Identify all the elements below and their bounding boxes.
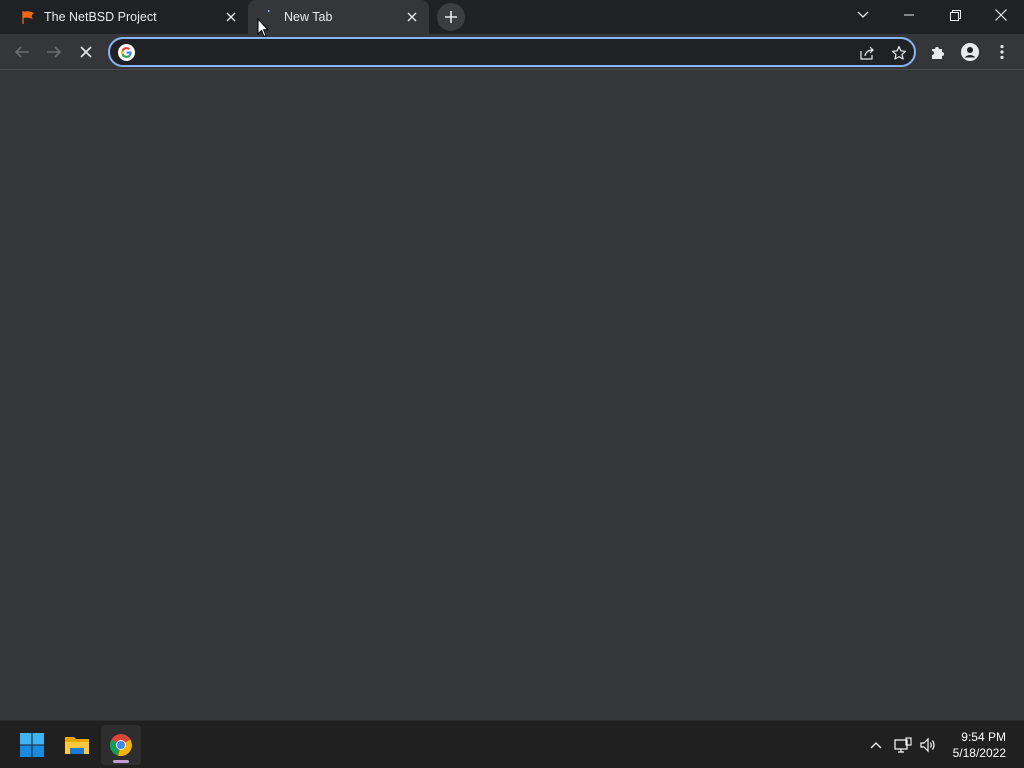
kebab-menu-icon — [1000, 44, 1004, 60]
extensions-button[interactable] — [922, 36, 954, 68]
back-button[interactable] — [6, 36, 38, 68]
active-app-indicator — [113, 760, 129, 763]
restore-button[interactable] — [932, 0, 978, 30]
tab-search-button[interactable] — [840, 0, 886, 30]
star-icon — [891, 45, 907, 60]
tab-new-tab[interactable]: New Tab — [248, 0, 429, 34]
tab-title: The NetBSD Project — [44, 10, 157, 24]
clock-date: 5/18/2022 — [952, 746, 1006, 760]
minimize-icon — [904, 14, 914, 16]
taskbar-clock[interactable]: 9:54 PM 5/18/2022 — [953, 729, 1006, 761]
chevron-up-icon — [870, 742, 882, 749]
arrow-right-icon — [47, 46, 62, 58]
close-window-button[interactable] — [978, 0, 1024, 30]
tab-title: New Tab — [284, 10, 333, 24]
tab-netbsd[interactable]: The NetBSD Project — [8, 0, 248, 34]
folder-icon — [65, 737, 89, 754]
avatar-icon — [961, 43, 979, 61]
windows-logo-icon — [20, 733, 44, 757]
google-g-icon — [118, 44, 135, 61]
restore-icon — [949, 9, 961, 21]
volume-button[interactable] — [916, 733, 940, 757]
speaker-icon — [920, 737, 935, 753]
page-content — [0, 71, 1024, 720]
new-tab-button[interactable] — [437, 3, 465, 31]
close-icon — [80, 46, 92, 58]
file-explorer-button[interactable] — [57, 725, 97, 765]
arrow-left-icon — [14, 46, 29, 58]
tab-strip: The NetBSD Project New Tab — [0, 0, 1024, 34]
forward-button[interactable] — [38, 36, 70, 68]
browser-toolbar — [0, 34, 1024, 70]
clock-time: 9:54 PM — [961, 730, 1006, 744]
taskbar: 9:54 PM 5/18/2022 — [0, 720, 1024, 768]
chrome-taskbar-button[interactable] — [101, 725, 141, 765]
chrome-icon — [110, 734, 133, 757]
chevron-down-icon — [857, 11, 869, 18]
share-icon — [860, 46, 874, 60]
close-tab-icon[interactable] — [403, 8, 421, 26]
address-bar[interactable] — [108, 37, 916, 67]
plus-icon — [445, 11, 457, 23]
minimize-button[interactable] — [886, 0, 932, 30]
network-icon — [894, 737, 912, 753]
show-hidden-icons-button[interactable] — [864, 733, 888, 757]
netbsd-flag-icon — [20, 9, 36, 25]
puzzle-icon — [932, 47, 944, 59]
menu-button[interactable] — [986, 36, 1018, 68]
start-button[interactable] — [12, 725, 52, 765]
close-tab-icon[interactable] — [222, 8, 240, 26]
close-icon — [995, 9, 1007, 21]
profile-button[interactable] — [954, 36, 986, 68]
share-button[interactable] — [855, 41, 879, 65]
bookmark-button[interactable] — [887, 41, 911, 65]
mouse-cursor-icon — [257, 18, 269, 38]
stop-loading-button[interactable] — [70, 36, 102, 68]
network-button[interactable] — [891, 733, 915, 757]
address-input[interactable] — [142, 41, 842, 63]
